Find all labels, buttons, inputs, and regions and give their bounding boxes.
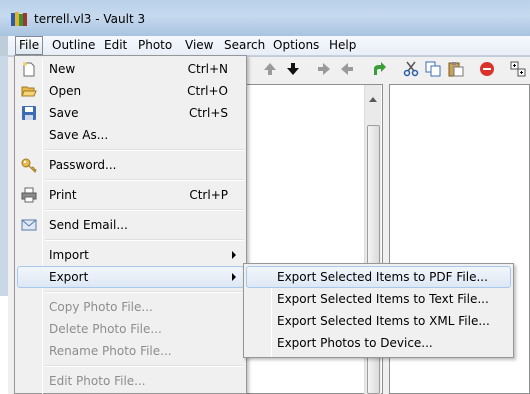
move-down-icon[interactable]: [283, 59, 303, 79]
menu-item-save-as[interactable]: Save As...: [17, 124, 244, 146]
menu-item-import[interactable]: Import: [17, 244, 244, 266]
window-title: terrell.vl3 - Vault 3: [34, 12, 146, 26]
open-folder-icon: [21, 83, 37, 99]
menu-search[interactable]: Search: [220, 36, 269, 55]
menu-item-new[interactable]: New Ctrl+N: [17, 58, 244, 80]
menu-item-label: Save: [49, 106, 79, 120]
menu-item-export-photos-device[interactable]: Export Photos to Device...: [246, 332, 511, 354]
new-file-icon: [21, 61, 37, 77]
menu-separator: [45, 179, 244, 181]
menu-separator: [45, 149, 244, 151]
menu-item-label: New: [49, 62, 76, 76]
export-submenu: Export Selected Items to PDF File... Exp…: [243, 263, 514, 358]
delete-icon[interactable]: [477, 59, 497, 79]
menu-item-copy-photo-file[interactable]: Copy Photo File...: [17, 296, 244, 318]
expand-all-icon[interactable]: [508, 59, 528, 79]
paste-icon[interactable]: [446, 59, 466, 79]
menu-view[interactable]: View: [181, 36, 217, 55]
menu-item-export-text[interactable]: Export Selected Items to Text File...: [246, 288, 511, 310]
vault-app-icon: [11, 11, 29, 27]
menu-item-delete-photo-file[interactable]: Delete Photo File...: [17, 318, 244, 340]
menu-separator: [45, 209, 244, 211]
cut-icon[interactable]: [401, 59, 421, 79]
printer-icon: [21, 187, 37, 203]
menu-separator: [45, 239, 244, 241]
menu-help[interactable]: Help: [325, 36, 360, 55]
menu-item-label: Rename Photo File...: [49, 344, 172, 358]
scroll-up-arrow-icon[interactable]: [369, 97, 377, 102]
submenu-arrow-icon: [232, 273, 236, 281]
menu-options[interactable]: Options: [269, 36, 323, 55]
submenu-arrow-icon: [232, 251, 236, 259]
menu-item-label: Copy Photo File...: [49, 300, 153, 314]
menu-item-label: Open: [49, 84, 82, 98]
menu-item-label: Save As...: [49, 128, 109, 142]
menu-item-label: Delete Photo File...: [49, 322, 162, 336]
email-icon: [21, 217, 37, 233]
menu-item-password[interactable]: Password...: [17, 154, 244, 176]
file-menu-dropdown: New Ctrl+N Open Ctrl+O Save Ctrl+S Save …: [14, 55, 247, 394]
move-up-icon[interactable]: [260, 59, 280, 79]
menu-photo[interactable]: Photo: [134, 36, 176, 55]
outdent-left-icon[interactable]: [337, 59, 357, 79]
menu-item-export-xml[interactable]: Export Selected Items to XML File...: [246, 310, 511, 332]
menu-item-shortcut: Ctrl+P: [189, 188, 228, 202]
menu-item-label: Export Selected Items to Text File...: [277, 292, 489, 306]
menu-item-shortcut: Ctrl+S: [188, 106, 228, 120]
menu-item-print[interactable]: Print Ctrl+P: [17, 184, 244, 206]
menu-item-label: Print: [49, 188, 77, 202]
menu-separator: [45, 291, 244, 293]
menu-item-shortcut: Ctrl+N: [187, 62, 228, 76]
menu-item-export[interactable]: Export: [17, 266, 244, 288]
menu-separator: [45, 365, 244, 367]
menu-bar: File Outline Edit Photo View Search Opti…: [8, 36, 530, 56]
redo-icon[interactable]: [369, 59, 389, 79]
menu-item-export-pdf[interactable]: Export Selected Items to PDF File...: [246, 266, 511, 288]
menu-item-edit-photo-file[interactable]: Edit Photo File...: [17, 370, 244, 392]
menu-item-label: Password...: [49, 158, 117, 172]
menu-item-rename-photo-file[interactable]: Rename Photo File...: [17, 340, 244, 362]
save-disk-icon: [21, 105, 37, 121]
menu-item-label: Send Email...: [49, 218, 128, 232]
menu-outline[interactable]: Outline: [48, 36, 99, 55]
menu-file[interactable]: File: [15, 36, 44, 55]
menu-item-label: Export Selected Items to XML File...: [277, 314, 490, 328]
menu-item-send-email[interactable]: Send Email...: [17, 214, 244, 236]
menu-item-label: Import: [49, 248, 89, 262]
menu-item-label: Export Photos to Device...: [277, 336, 433, 350]
menu-item-label: Edit Photo File...: [49, 374, 146, 388]
menu-edit[interactable]: Edit: [100, 36, 131, 55]
indent-right-icon[interactable]: [314, 59, 334, 79]
copy-icon[interactable]: [423, 59, 443, 79]
key-icon: [21, 157, 37, 173]
menu-item-save[interactable]: Save Ctrl+S: [17, 102, 244, 124]
menu-item-open[interactable]: Open Ctrl+O: [17, 80, 244, 102]
menu-item-label: Export: [49, 270, 89, 284]
menu-item-label: Export Selected Items to PDF File...: [277, 270, 488, 284]
menu-item-shortcut: Ctrl+O: [187, 84, 228, 98]
title-bar: terrell.vl3 - Vault 3: [0, 0, 530, 36]
